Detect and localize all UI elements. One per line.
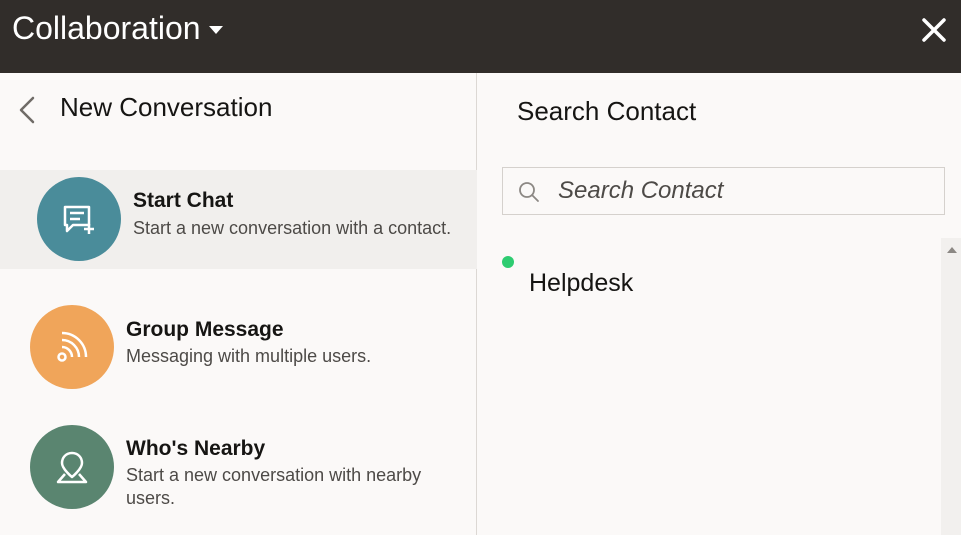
online-status-icon [502,256,514,268]
start-chat-avatar [37,177,121,261]
broadcast-icon [57,331,88,362]
new-conversation-panel: New Conversation Start Chat Start a new … [0,73,477,535]
panel-title: New Conversation [60,92,273,122]
scrollbar[interactable] [941,238,961,535]
search-icon [519,182,539,202]
whos-nearby-avatar [30,425,114,509]
location-pin-icon [56,451,88,484]
option-description: Messaging with multiple users. [126,346,372,366]
chat-add-icon [63,205,94,234]
back-button[interactable] [14,95,40,125]
whos-nearby-option[interactable]: Who's Nearby Start a new conversation wi… [0,418,477,528]
option-title: Start Chat [133,189,234,212]
search-panel-title: Search Contact [517,96,697,126]
option-description-line1: Start a new conversation with nearby [126,465,422,485]
search-input[interactable] [558,168,938,214]
contact-name: Helpdesk [529,269,634,297]
option-title: Who's Nearby [126,437,266,460]
option-title: Group Message [126,318,284,341]
chevron-left-icon [19,96,35,124]
group-message-option[interactable]: Group Message Messaging with multiple us… [0,299,477,395]
scroll-up-arrow-icon[interactable] [947,247,957,253]
search-contact-panel: Search Contact Helpdesk [478,73,961,535]
option-description-line2: users. [126,488,176,508]
close-button[interactable] [921,17,947,43]
app-title-menu[interactable]: Collaboration [12,8,223,48]
app-title: Collaboration [12,10,201,46]
caret-down-icon [208,26,223,34]
search-box [502,167,945,215]
close-icon [922,18,946,42]
group-message-avatar [30,305,114,389]
contact-item-helpdesk[interactable]: Helpdesk [498,251,918,303]
start-chat-option[interactable]: Start Chat Start a new conversation with… [0,170,477,269]
option-description: Start a new conversation with a contact. [133,218,452,238]
app-header: Collaboration [0,0,961,73]
